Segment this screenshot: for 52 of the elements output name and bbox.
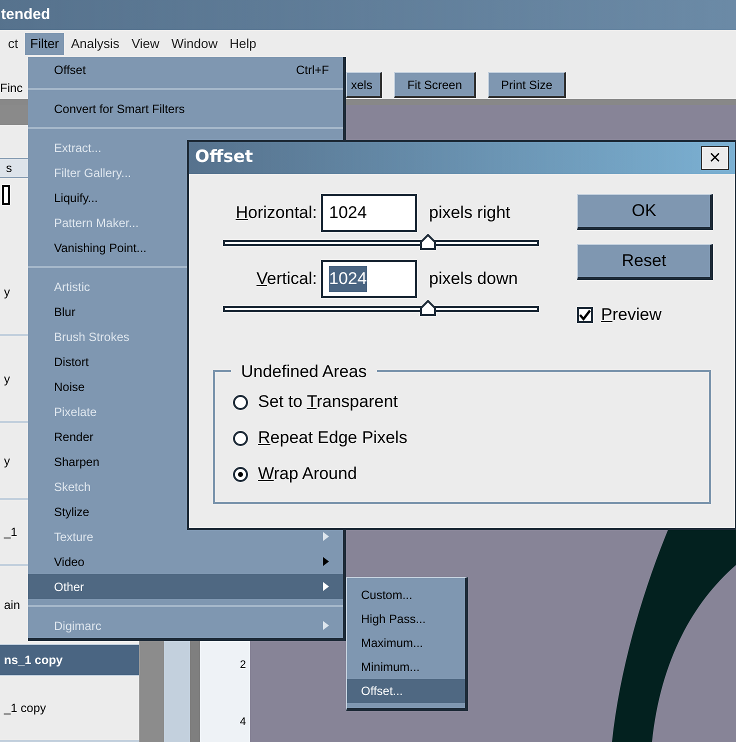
layer-thumbnail-icon bbox=[2, 185, 10, 205]
layer-name[interactable]: ns_1 copy bbox=[0, 645, 139, 675]
menu-item[interactable]: Minimum... bbox=[347, 655, 465, 679]
menu-item[interactable]: Analysis bbox=[66, 32, 124, 54]
unit-label: pixels right bbox=[429, 202, 510, 224]
zoom-button[interactable]: xels bbox=[346, 72, 382, 98]
close-button[interactable]: × bbox=[701, 146, 729, 170]
submenu-arrow-icon bbox=[323, 621, 329, 630]
menu-item[interactable]: Offset Ctrl+F bbox=[28, 57, 343, 82]
radio-button[interactable] bbox=[233, 466, 248, 482]
menu-item[interactable]: Window bbox=[166, 32, 223, 54]
dialog-button[interactable]: OK bbox=[577, 194, 713, 230]
dialog-button[interactable]: Reset bbox=[577, 244, 713, 280]
menu-item[interactable]: Offset... bbox=[347, 679, 465, 703]
checkbox-label: Preview bbox=[601, 304, 662, 326]
radio-label: Repeat Edge Pixels bbox=[258, 427, 408, 450]
field-label: Horizontal: bbox=[234, 202, 318, 224]
ruler-label: 4 bbox=[240, 714, 246, 730]
preview-checkbox[interactable] bbox=[577, 306, 593, 323]
check-icon bbox=[579, 308, 591, 321]
slider-track[interactable] bbox=[223, 300, 539, 318]
field-label: Vertical: bbox=[256, 268, 318, 290]
submenu-arrow-icon bbox=[323, 557, 329, 566]
menu-item[interactable]: View bbox=[126, 32, 164, 54]
menu-item[interactable]: ct bbox=[3, 32, 24, 54]
menu-item[interactable]: Other bbox=[28, 574, 343, 599]
options-label: Finc bbox=[0, 80, 24, 97]
menu-item[interactable]: Help bbox=[224, 32, 262, 54]
zoom-button[interactable]: Print Size bbox=[488, 72, 566, 98]
dialog-title: Offset bbox=[195, 146, 253, 170]
radio-label: Set to Transparent bbox=[258, 391, 398, 414]
radio-button[interactable] bbox=[233, 430, 248, 446]
radio-button[interactable] bbox=[233, 394, 248, 410]
radio-label: Wrap Around bbox=[258, 463, 357, 486]
menu-item[interactable]: Filter bbox=[25, 32, 64, 54]
value-field[interactable]: 1024 bbox=[321, 260, 417, 298]
unit-label: pixels down bbox=[429, 268, 518, 290]
window-title: tended bbox=[0, 4, 50, 25]
value-field[interactable]: 1024 bbox=[321, 194, 417, 232]
menu-item[interactable]: Maximum... bbox=[347, 631, 465, 655]
zoom-button[interactable]: Fit Screen bbox=[394, 72, 476, 98]
menu-item[interactable]: Convert for Smart Filters bbox=[28, 96, 343, 121]
submenu-arrow-icon bbox=[323, 582, 329, 591]
submenu-arrow-icon bbox=[323, 532, 329, 541]
menu-item[interactable]: Custom... bbox=[347, 583, 465, 607]
menu-item[interactable]: Video bbox=[28, 549, 343, 574]
ruler-label: 2 bbox=[240, 658, 246, 673]
slider-thumb[interactable] bbox=[420, 300, 436, 316]
menu-item[interactable]: High Pass... bbox=[347, 607, 465, 631]
slider-thumb[interactable] bbox=[420, 234, 436, 250]
slider-track[interactable] bbox=[223, 234, 539, 252]
layer-name[interactable]: _1 copy bbox=[0, 693, 139, 723]
